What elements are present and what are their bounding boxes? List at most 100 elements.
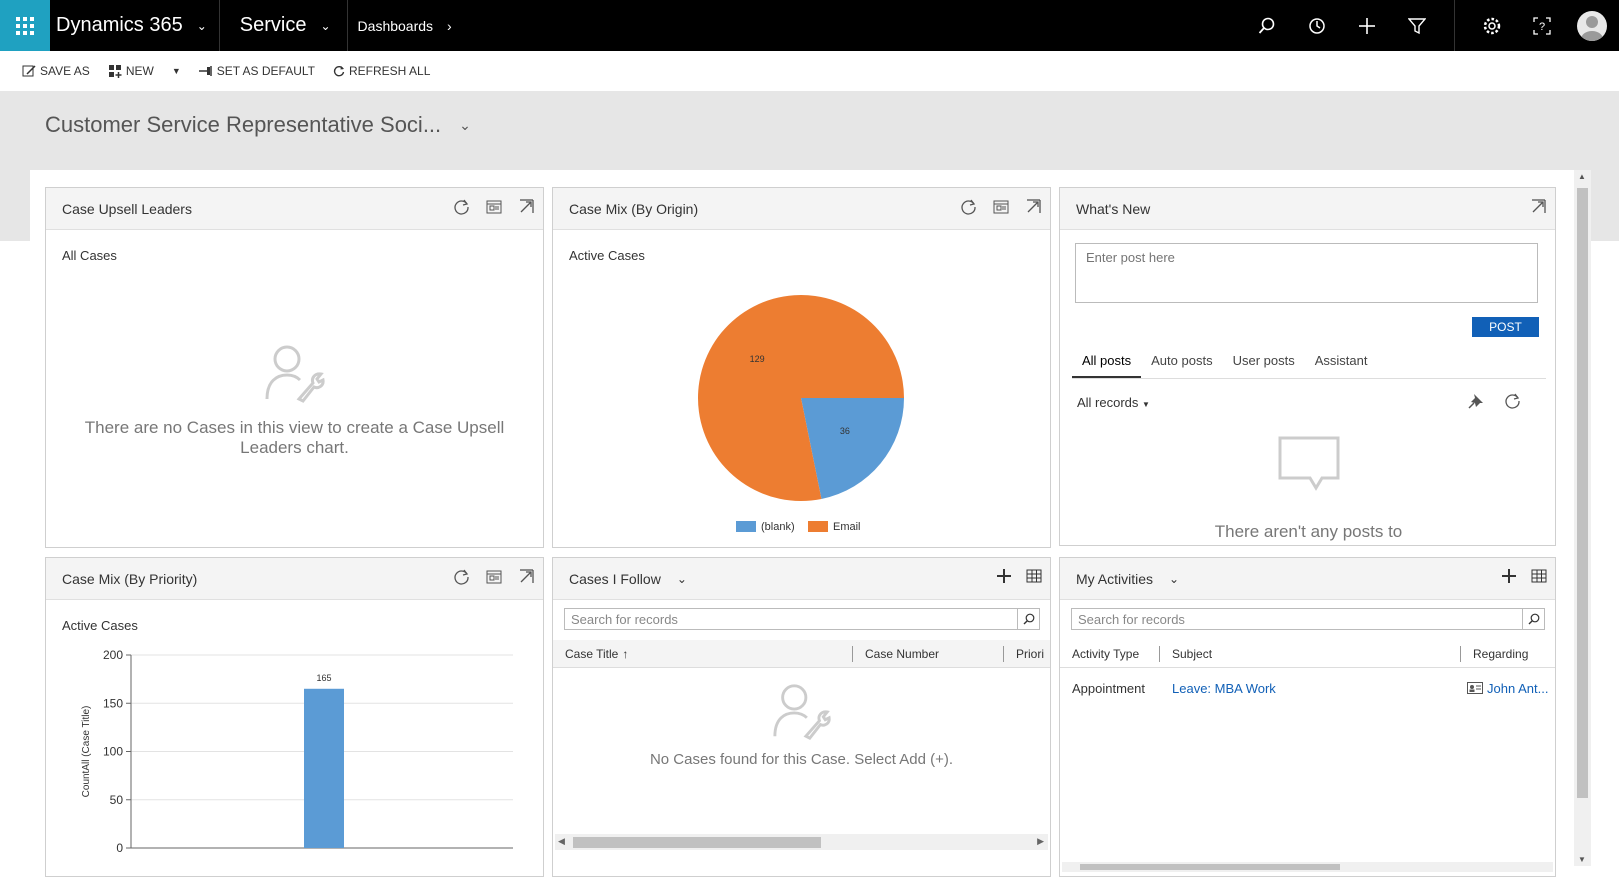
search-icon	[1528, 613, 1539, 625]
regarding-link[interactable]: John Ant...	[1487, 681, 1548, 696]
subject-link[interactable]: Leave: MBA Work	[1160, 681, 1461, 696]
cases-i-follow-card: Cases I Follow ⌄ Search for records Case…	[552, 557, 1051, 877]
card-title: Case Mix (By Origin)	[569, 200, 699, 217]
search-button[interactable]	[1017, 609, 1039, 629]
pie-chart: 36 129 (blank) Email	[698, 295, 904, 533]
post-input[interactable]	[1075, 243, 1538, 303]
waffle-icon	[16, 16, 34, 35]
card-header: Case Mix (By Priority)	[46, 558, 543, 600]
refresh-icon[interactable]	[1504, 392, 1522, 410]
case-upsell-leaders-card: Case Upsell Leaders All Cases There are …	[45, 187, 544, 548]
search-input[interactable]: Search for records	[1071, 608, 1545, 630]
save-as-button[interactable]: SAVE AS	[22, 64, 90, 78]
column-case-number[interactable]: Case Number	[853, 645, 1004, 662]
y-axis-label: CountAll (Case Title)	[81, 706, 92, 798]
scroll-left-arrow[interactable]: ◀	[558, 836, 565, 847]
tick-label: 100	[103, 745, 123, 759]
grid-icon[interactable]	[1531, 568, 1547, 584]
records-filter[interactable]: All records ▼	[1077, 395, 1150, 410]
plus-icon[interactable]	[1501, 568, 1517, 584]
tab-all-posts[interactable]: All posts	[1072, 345, 1142, 378]
search-input[interactable]: Search for records	[564, 608, 1040, 630]
scroll-down-arrow[interactable]: ▼	[1578, 855, 1586, 864]
column-case-title[interactable]: Case Title ↑	[553, 645, 853, 662]
recent-button[interactable]	[1292, 0, 1342, 51]
user-avatar[interactable]	[1577, 10, 1607, 41]
tab-assistant[interactable]: Assistant	[1305, 345, 1378, 378]
post-label: POST	[1489, 320, 1522, 334]
arrow-up-icon: ↑	[622, 646, 629, 661]
column-regarding[interactable]: Regarding	[1461, 646, 1528, 662]
plus-icon	[1359, 17, 1375, 34]
grid-header: Activity Type Subject Regarding	[1060, 640, 1555, 668]
area-menu[interactable]: Service ⌄	[220, 14, 347, 37]
expand-icon[interactable]	[1024, 198, 1042, 216]
scroll-right-arrow[interactable]: ▶	[1037, 836, 1044, 847]
view-records-icon[interactable]	[485, 568, 503, 586]
bar-chart: 0 50 100 150 200 CountAll (Case Title) 165	[81, 648, 513, 855]
table-row[interactable]: Appointment Leave: MBA Work John Ant...	[1060, 668, 1555, 708]
search-icon	[1023, 613, 1034, 625]
column-activity-type[interactable]: Activity Type	[1060, 645, 1160, 662]
chevron-down-icon: ⌄	[196, 18, 207, 33]
search-button[interactable]	[1242, 0, 1292, 51]
pin-icon[interactable]	[1468, 393, 1484, 409]
breadcrumb[interactable]: Dashboards ›	[348, 18, 452, 34]
card-header: What's New	[1060, 188, 1555, 230]
settings-button[interactable]	[1467, 0, 1517, 51]
view-selector[interactable]: Cases I Follow ⌄	[569, 571, 687, 587]
horizontal-scrollbar[interactable]	[1062, 862, 1553, 872]
scroll-thumb[interactable]	[1577, 188, 1588, 798]
set-as-default-button[interactable]: SET AS DEFAULT	[198, 64, 315, 78]
tab-user-posts[interactable]: User posts	[1223, 345, 1305, 378]
card-actions	[453, 198, 535, 216]
vertical-scrollbar[interactable]: ▲ ▼	[1574, 170, 1591, 866]
scroll-thumb[interactable]	[1080, 864, 1340, 870]
dashboard-selector[interactable]: Customer Service Representative Soci... …	[45, 112, 471, 138]
post-tabs: All posts Auto posts User posts Assistan…	[1072, 345, 1546, 379]
expand-icon[interactable]	[1529, 198, 1547, 216]
new-dashboard-icon	[108, 65, 122, 78]
view-selector[interactable]: My Activities ⌄	[1076, 571, 1179, 587]
expand-icon[interactable]	[517, 198, 535, 216]
refresh-icon[interactable]	[453, 198, 471, 216]
view-records-icon[interactable]	[485, 198, 503, 216]
column-subject[interactable]: Subject	[1160, 645, 1461, 662]
svg-text:?: ?	[1539, 21, 1545, 33]
view-records-icon[interactable]	[992, 198, 1010, 216]
plus-icon[interactable]	[996, 568, 1012, 584]
scroll-up-arrow[interactable]: ▲	[1578, 172, 1586, 181]
search-placeholder: Search for records	[1078, 611, 1185, 627]
tab-auto-posts[interactable]: Auto posts	[1141, 345, 1222, 378]
card-actions	[1529, 198, 1547, 216]
scroll-thumb[interactable]	[573, 837, 821, 848]
new-dropdown-button[interactable]: ▼	[172, 66, 181, 76]
app-launcher-button[interactable]	[0, 0, 50, 51]
filter-button[interactable]	[1392, 0, 1442, 51]
chevron-right-icon: ›	[447, 17, 452, 34]
refresh-icon[interactable]	[453, 568, 471, 586]
refresh-icon	[333, 66, 345, 77]
horizontal-scrollbar[interactable]: ◀ ▶	[555, 834, 1048, 850]
empty-message: There are no Cases in this view to creat…	[84, 418, 505, 457]
post-button[interactable]: POST	[1472, 317, 1539, 337]
help-button[interactable]: ?	[1517, 0, 1567, 51]
refresh-all-button[interactable]: REFRESH ALL	[333, 64, 430, 78]
view-label: Active Cases	[62, 618, 138, 633]
divider	[1454, 0, 1455, 51]
column-priority[interactable]: Priori	[1004, 646, 1044, 662]
grid-icon[interactable]	[1026, 568, 1042, 584]
app-title-menu[interactable]: Dynamics 365 ⌄	[50, 0, 219, 51]
bar[interactable]	[304, 688, 344, 848]
refresh-icon[interactable]	[960, 198, 978, 216]
expand-icon[interactable]	[517, 568, 535, 586]
help-icon: ?	[1533, 16, 1551, 35]
search-button[interactable]	[1522, 609, 1544, 629]
tick-label: 50	[110, 793, 124, 807]
user-icon	[1581, 15, 1603, 41]
my-activities-card: My Activities ⌄ Search for records Activ…	[1059, 557, 1556, 877]
data-label: 129	[750, 354, 765, 364]
top-icons: ?	[1242, 0, 1619, 51]
create-button[interactable]	[1342, 0, 1392, 51]
new-button[interactable]: NEW	[108, 64, 154, 78]
